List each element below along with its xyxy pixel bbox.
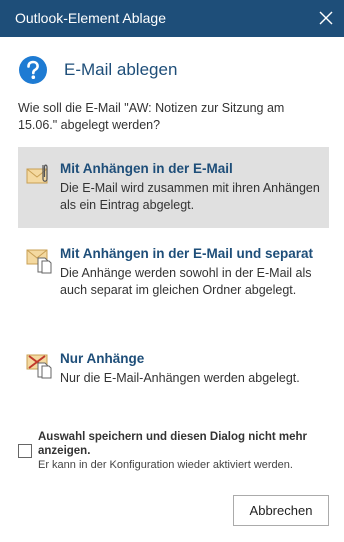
mail-with-attachment-icon (26, 164, 48, 184)
cancel-button[interactable]: Abbrechen (233, 495, 329, 526)
option-attachments-only[interactable]: Nur Anhänge Nur die E-Mail-Anhängen werd… (18, 337, 329, 397)
option-with-attachments-and-separate[interactable]: Mit Anhängen in der E-Mail und separat D… (18, 232, 329, 322)
option-title: Mit Anhängen in der E-Mail (60, 161, 233, 176)
mail-and-documents-icon (26, 249, 52, 274)
remember-label: Auswahl speichern und diesen Dialog nich… (38, 431, 308, 457)
dialog-header: E-Mail ablegen (18, 55, 318, 85)
option-title: Nur Anhänge (60, 351, 145, 366)
dialog-heading: E-Mail ablegen (64, 60, 178, 79)
remember-hint: Er kann in der Konfiguration wieder akti… (38, 459, 293, 471)
title-bar: Outlook-Element Ablage (0, 0, 344, 37)
option-title: Mit Anhängen in der E-Mail und separat (60, 246, 314, 261)
close-icon[interactable] (316, 8, 336, 28)
attachments-only-icon (26, 354, 52, 379)
option-with-attachments[interactable]: Mit Anhängen in der E-Mail Die E-Mail wi… (18, 147, 329, 228)
help-icon (19, 56, 47, 84)
question-text: Wie soll die E-Mail "AW: Notizen zur Sit… (18, 101, 285, 132)
window-title: Outlook-Element Ablage (15, 10, 166, 26)
option-description: Die Anhänge werden sowohl in der E-Mail … (60, 266, 312, 297)
remember-checkbox[interactable] (18, 444, 32, 458)
option-description: Die E-Mail wird zusammen mit ihren Anhän… (60, 181, 320, 212)
option-description: Nur die E-Mail-Anhängen werden abgelegt. (60, 371, 300, 385)
